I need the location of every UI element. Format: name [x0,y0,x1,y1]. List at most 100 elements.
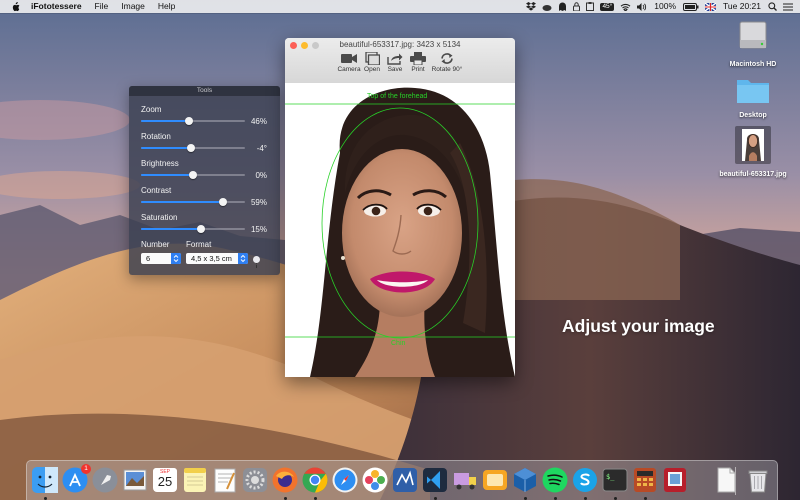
dock-virtualbox[interactable] [512,467,538,500]
dock-finder[interactable] [32,467,58,500]
dock-spotify[interactable] [542,467,568,500]
dock-transmit[interactable] [452,467,478,493]
dock-firefox[interactable] [272,467,298,500]
window-toolbar: beautiful-653317.jpg: 3423 x 5134 Camera… [285,38,515,84]
desktop-icon-macintosh-hd[interactable]: Macintosh HD [718,20,788,69]
dock-calendar[interactable]: SEP 25 [152,467,178,493]
help-menu[interactable]: Help [158,0,175,13]
battery-icon[interactable] [683,2,699,11]
menubar-clock[interactable]: Tue 20:21 [723,0,761,13]
dock-terminal[interactable]: $_ [602,467,628,500]
contrast-value: 59% [250,198,267,207]
saturation-slider[interactable] [141,224,245,233]
dock-document[interactable] [713,467,739,493]
number-select[interactable]: 6 [141,253,181,264]
desktop-folder-label: Desktop [739,112,767,119]
info-icon[interactable] [253,256,260,268]
launchpad-rocket-icon [92,467,118,493]
print-label: Print [411,66,425,73]
dock-trash[interactable] [745,467,771,493]
dock: 1 SEP 25 $_ [26,460,778,500]
tools-panel: Tools Zoom 46% Rotation -4° Brightness 0… [129,86,280,275]
calculator-icon [634,468,656,492]
truck-icon [454,473,476,490]
image-file-icon [735,126,771,164]
app-menu[interactable]: iFototessere [31,0,82,13]
rotation-slider[interactable] [141,143,245,152]
rotate-90-button[interactable]: Rotate 90° [429,52,465,73]
terminal-prompt: $_ [606,473,615,481]
skype-icon [573,468,597,492]
spotify-icon [542,467,568,493]
finder-icon [32,467,58,493]
safari-compass-icon [332,467,358,493]
image-menu[interactable]: Image [121,0,145,13]
dock-photo-booth[interactable] [662,467,688,493]
dock-preview[interactable] [122,467,148,493]
contrast-slider-knob[interactable] [219,197,228,206]
tools-panel-title: Tools [129,86,280,96]
dock-chrome[interactable] [302,467,328,500]
brightness-label: Brightness [141,159,179,168]
volume-icon[interactable] [637,2,647,11]
saturation-row: Saturation 15% [141,213,269,239]
temperature-badge[interactable]: 45° [600,2,615,11]
dock-calculator[interactable] [632,467,658,500]
brightness-value: 0% [255,171,267,180]
chrome-icon [302,467,328,493]
lock-icon[interactable] [573,2,581,11]
dock-skype[interactable] [572,467,598,500]
zoom-slider-knob[interactable] [184,116,193,125]
printer-icon [410,52,426,65]
file-menu[interactable]: File [95,0,109,13]
notes-icon [184,468,206,492]
desktop-icon-desktop-folder[interactable]: Desktop [718,75,788,120]
apple-menu-icon[interactable] [11,1,21,12]
ghost-icon[interactable] [558,2,567,11]
rotation-value: -4° [256,144,267,153]
clipboard-icon[interactable] [586,2,595,11]
vscode-icon [423,468,447,492]
brightness-slider[interactable] [141,170,245,179]
dock-mail-stamp[interactable] [482,467,508,493]
wifi-icon[interactable] [620,2,631,11]
dock-app-store[interactable]: 1 [62,464,91,493]
battery-percent[interactable]: 100% [654,0,676,13]
dock-instruments[interactable] [392,467,418,493]
zoom-value: 46% [250,117,267,126]
rotation-row: Rotation -4° [141,132,269,158]
image-window: beautiful-653317.jpg: 3423 x 5134 Camera… [285,38,515,377]
dock-photos[interactable] [362,467,388,493]
rotation-label: Rotation [141,132,171,141]
cloud-kettle-icon[interactable] [542,2,552,11]
instruments-icon [393,468,417,492]
dock-visual-studio-code[interactable] [422,467,448,500]
document-icon [717,467,736,493]
rotation-slider-knob[interactable] [186,143,195,152]
brightness-row: Brightness 0% [141,159,269,185]
menu-bar: iFototessere File Image Help 45° 100% Tu… [0,0,800,13]
dropbox-icon[interactable] [526,2,537,11]
format-select[interactable]: 4,5 x 3,5 cm [186,253,248,264]
zoom-slider[interactable] [141,116,245,125]
notification-center-icon[interactable] [783,2,793,11]
format-label: Format [186,240,212,249]
textedit-icon [214,468,236,493]
dock-notes[interactable] [182,467,208,493]
desktop-icon-image-file[interactable]: beautiful-653317.jpg [718,126,788,179]
input-flag-icon[interactable] [705,2,717,11]
saturation-slider-knob[interactable] [197,224,206,233]
brightness-slider-knob[interactable] [189,170,197,179]
format-select-chevron-icon [238,253,248,264]
forehead-guide-label: Top of the forehead [367,93,428,100]
macintosh-hd-label: Macintosh HD [729,61,777,68]
gear-icon [243,468,267,492]
dock-launchpad[interactable] [92,467,118,493]
dock-system-preferences[interactable] [242,467,268,493]
dock-textedit[interactable] [212,467,238,493]
stamp-icon [483,470,507,490]
contrast-slider[interactable] [141,197,245,206]
contrast-label: Contrast [141,186,172,195]
spotlight-search-icon[interactable] [768,2,777,11]
dock-safari[interactable] [332,467,358,493]
